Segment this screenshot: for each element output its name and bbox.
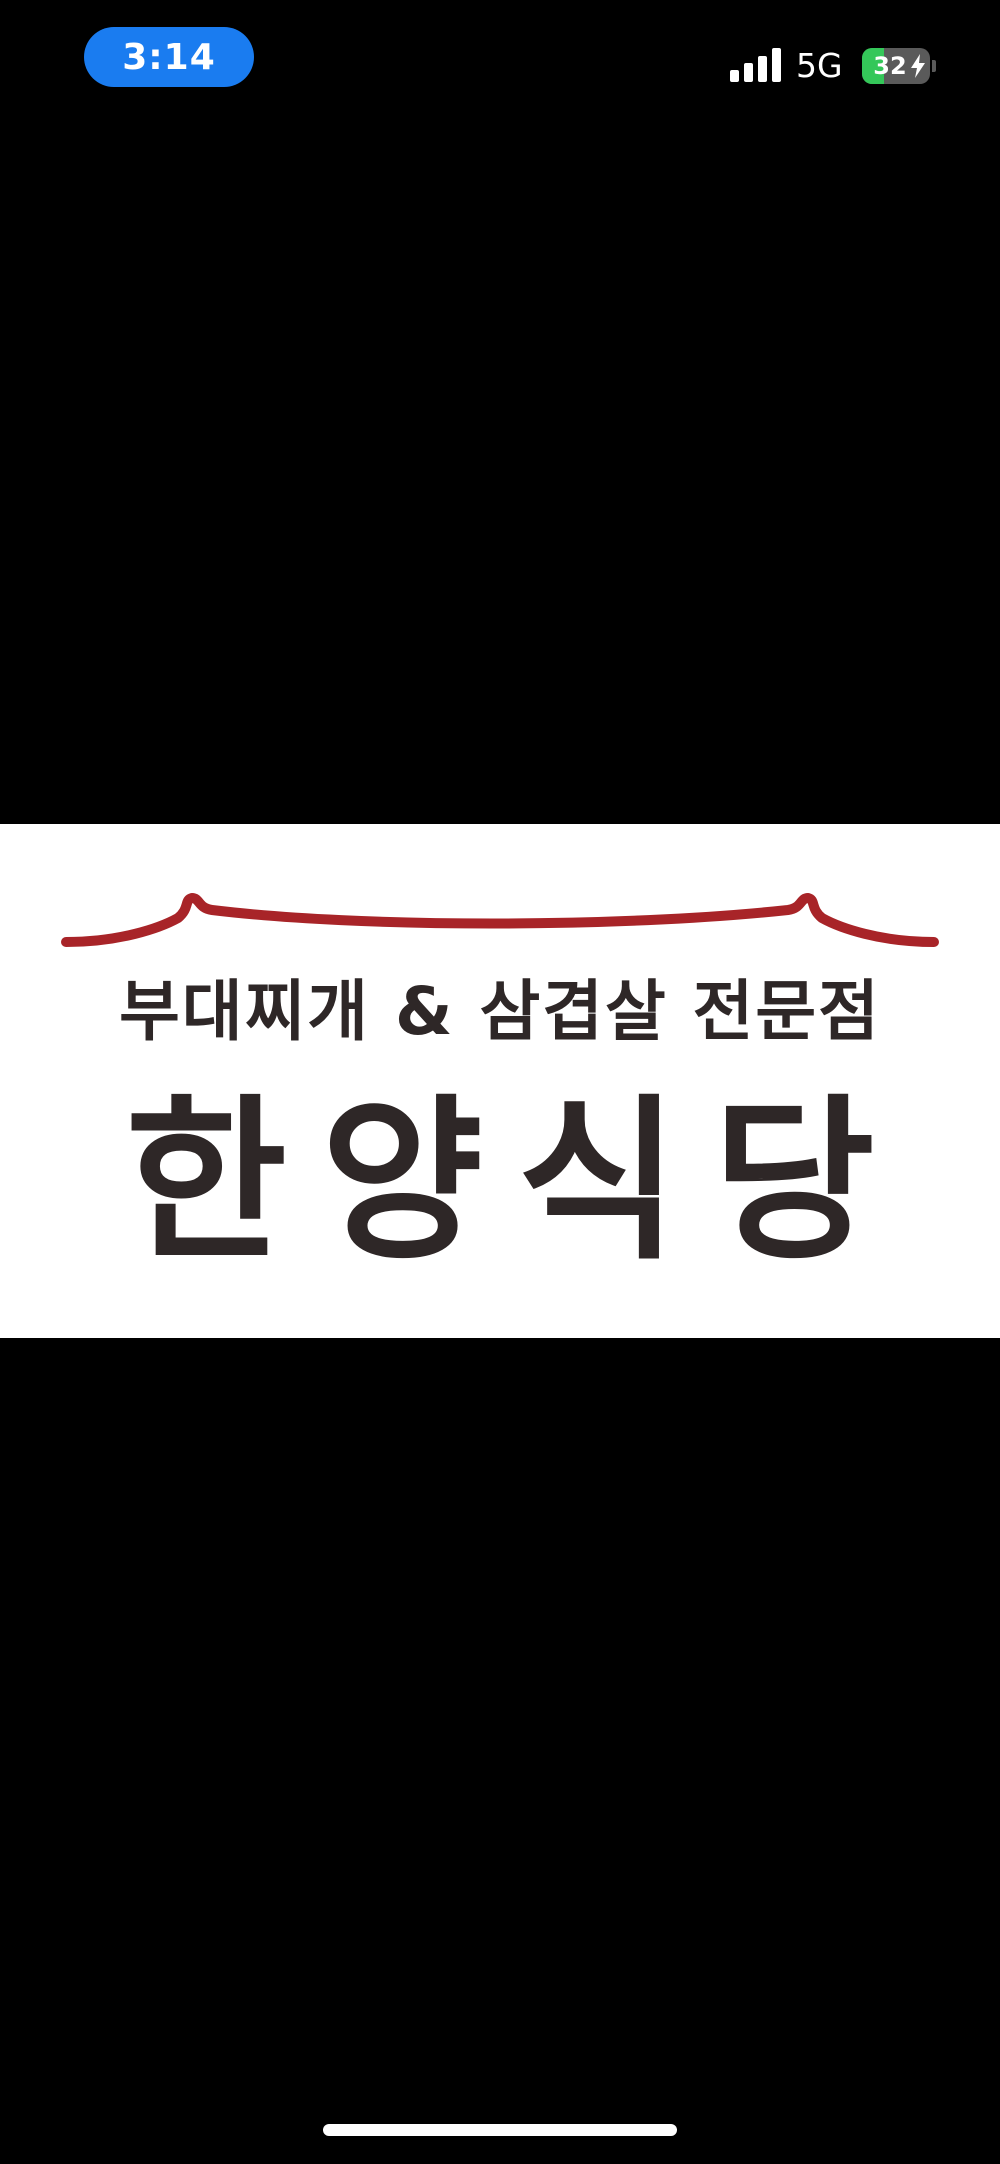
restaurant-name: 한양식당: [125, 1079, 909, 1284]
roof-icon: [61, 893, 939, 947]
battery-cap: [932, 60, 936, 72]
restaurant-tagline: 부대찌개 & 삼겹살 전문점: [119, 973, 881, 1050]
home-indicator[interactable]: [323, 2124, 677, 2136]
bolt-icon: [911, 54, 925, 78]
status-time[interactable]: 3:14: [84, 27, 254, 87]
battery-icon: 32: [862, 48, 930, 84]
signal-icon: [730, 48, 781, 82]
network-label: 5G: [796, 46, 843, 85]
logo-image: 부대찌개 & 삼겹살 전문점 한양식당: [0, 824, 1000, 1338]
status-bar: 3:14 5G 32: [0, 0, 1000, 120]
